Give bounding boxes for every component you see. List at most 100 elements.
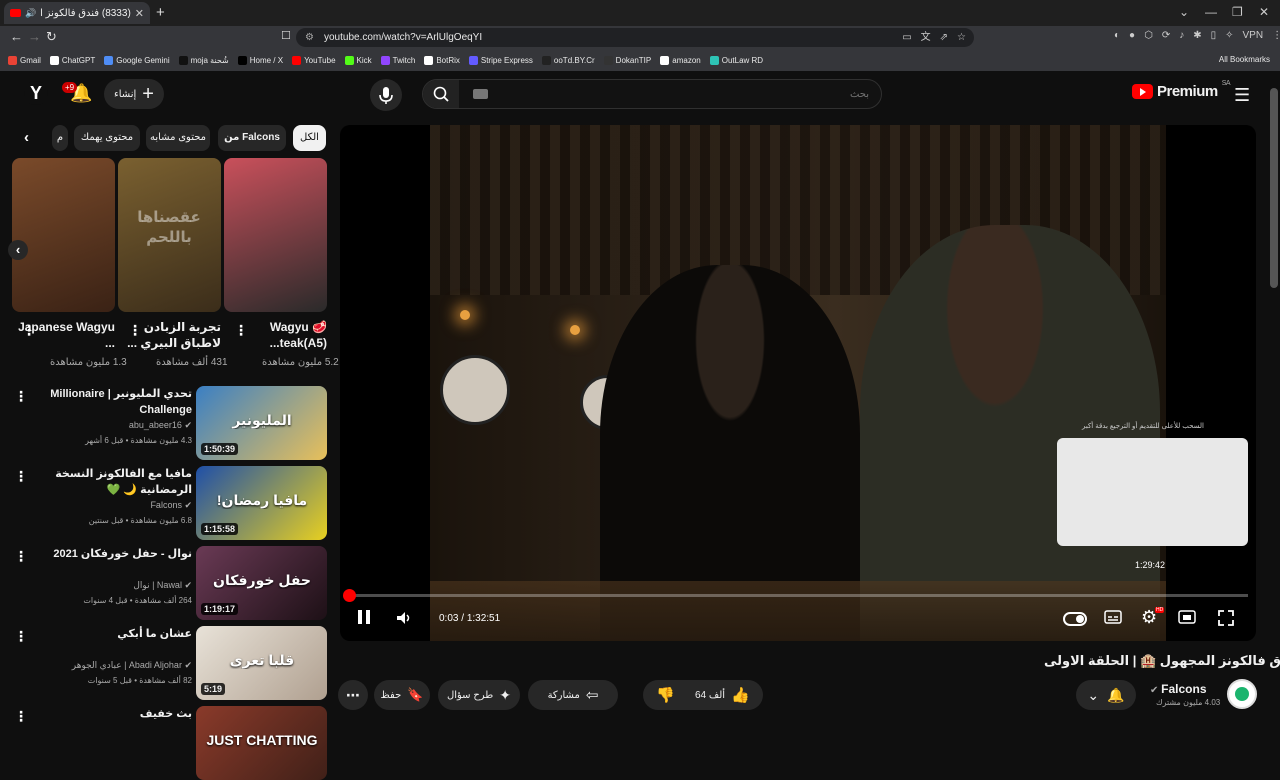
bookmark-item[interactable]: YouTube xyxy=(292,55,336,65)
extension-icon[interactable]: ⬡ xyxy=(1144,30,1153,41)
subscribed-button[interactable]: ⌄ 🔔 xyxy=(1076,680,1136,710)
short-thumbnail[interactable] xyxy=(224,158,327,312)
bookmark-item[interactable]: OutLaw RD xyxy=(709,55,763,65)
bookmark-page-icon[interactable]: ☐ xyxy=(281,29,291,42)
short-thumbnail[interactable] xyxy=(12,158,115,312)
browser-tab[interactable]: 🔊 (8333) فندق فالكونز المجهول | ✕ xyxy=(4,2,150,24)
chip-from-channel[interactable]: من Falcons xyxy=(218,125,286,151)
fullscreen-icon[interactable] xyxy=(1217,609,1235,632)
video-title[interactable]: عشان ما أبكي xyxy=(32,626,192,642)
browser-menu-icon[interactable]: ⋮ xyxy=(1272,30,1280,41)
chip-more[interactable]: م xyxy=(52,125,68,151)
search-button[interactable] xyxy=(423,80,459,108)
video-thumbnail[interactable]: المليونير 1:50:39 xyxy=(196,386,327,460)
voice-search-button[interactable] xyxy=(370,79,402,111)
video-thumbnail[interactable]: مافيا رمضان! 1:15:58 xyxy=(196,466,327,540)
puzzle-icon[interactable]: ✱ xyxy=(1193,30,1201,41)
close-tab-icon[interactable]: ✕ xyxy=(135,7,144,20)
site-info-icon[interactable]: ⚙ xyxy=(305,28,314,47)
scrubber-handle[interactable] xyxy=(343,589,356,602)
favorites-icon[interactable]: ✧ xyxy=(1225,30,1233,41)
short-more-icon[interactable]: ⋮ xyxy=(22,322,36,339)
bookmark-item[interactable]: Home / X xyxy=(237,55,283,65)
video-thumbnail[interactable]: حفل خورفكان 1:19:17 xyxy=(196,546,327,620)
ask-button[interactable]: طرح سؤال ✦ xyxy=(438,680,520,710)
bookmark-item[interactable]: Kick xyxy=(344,55,372,65)
video-more-icon[interactable]: ⋮ xyxy=(14,388,28,405)
dislike-icon[interactable]: 👎 xyxy=(656,686,675,704)
bookmark-item[interactable]: ChatGPT xyxy=(49,55,95,65)
video-channel[interactable]: Falcons ✔ xyxy=(150,500,192,511)
volume-icon[interactable] xyxy=(395,609,413,632)
vpn-badge[interactable]: VPN xyxy=(1243,30,1264,41)
chips-back-icon[interactable]: ‹ xyxy=(24,129,29,146)
video-channel[interactable]: abu_abeer16 ✔ xyxy=(129,420,192,431)
bookmark-item[interactable]: DokanTIP xyxy=(603,55,651,65)
more-actions-icon[interactable]: ⋯ xyxy=(338,680,368,710)
extension-icon[interactable]: ● xyxy=(1129,30,1135,41)
chip-similar[interactable]: محتوى مشابه xyxy=(146,125,210,151)
extension-icon[interactable]: ⟳ xyxy=(1162,30,1170,41)
short-more-icon[interactable]: ⋮ xyxy=(128,322,142,339)
star-icon[interactable]: ☆ xyxy=(957,28,966,47)
channel-name[interactable]: ✔ Falcons xyxy=(1150,682,1207,696)
share-icon[interactable]: ⇗ xyxy=(940,28,948,47)
video-more-icon[interactable]: ⋮ xyxy=(14,468,28,485)
guide-menu-icon[interactable]: ☰ xyxy=(1234,85,1250,106)
account-avatar[interactable]: Y xyxy=(24,81,48,105)
related-video-item[interactable]: قلبا تعرى 5:19 عشان ما أبكي عبادي الجوهر | … xyxy=(0,626,330,700)
short-more-icon[interactable]: ⋮ xyxy=(234,322,248,339)
video-more-icon[interactable]: ⋮ xyxy=(14,548,28,565)
bookmark-item[interactable]: amazon xyxy=(660,55,701,65)
share-button[interactable]: مشاركة ⇦ xyxy=(528,680,618,710)
bookmark-item[interactable]: Twitch xyxy=(380,55,415,65)
video-more-icon[interactable]: ⋮ xyxy=(14,628,28,645)
youtube-premium-logo[interactable]: Premium SA xyxy=(1132,80,1231,100)
shorts-prev-icon[interactable]: ‹ xyxy=(8,240,28,260)
chip-for-you[interactable]: محتوى يهمك xyxy=(74,125,140,151)
back-icon[interactable]: ← xyxy=(10,29,23,44)
autoplay-toggle[interactable] xyxy=(1063,612,1087,626)
video-channel[interactable]: نوال | Nawal ✔ xyxy=(133,580,192,591)
close-window-icon[interactable]: ✕ xyxy=(1259,5,1269,19)
chip-all[interactable]: الكل xyxy=(293,125,326,151)
like-icon[interactable]: 👍 xyxy=(731,686,750,704)
subtitles-icon[interactable] xyxy=(1104,609,1122,630)
audio-icon[interactable]: 🔊 xyxy=(25,8,36,19)
reload-icon[interactable]: ↻ xyxy=(46,29,57,45)
extension-icon[interactable]: ◐ xyxy=(1114,30,1120,41)
bookmark-item[interactable]: Google Gemini xyxy=(104,55,170,65)
video-title[interactable]: تحدي المليونير | Millionaire Challenge xyxy=(32,386,192,418)
all-bookmarks-button[interactable]: All Bookmarks xyxy=(1219,55,1270,64)
page-scrollbar[interactable] xyxy=(1270,88,1278,288)
bookmark-item[interactable]: Gmail xyxy=(8,55,41,65)
video-title[interactable]: نوال - حفل خورفكان 2021 xyxy=(32,546,192,562)
pause-icon[interactable] xyxy=(356,608,372,631)
search-input[interactable] xyxy=(481,80,881,108)
video-channel[interactable]: عبادي الجوهر | Abadi Aljohar ✔ xyxy=(72,660,192,671)
channel-avatar[interactable] xyxy=(1227,679,1257,709)
video-more-icon[interactable]: ⋮ xyxy=(14,708,28,725)
maximize-icon[interactable]: ❐ xyxy=(1232,5,1243,19)
video-player[interactable]: السحب للأعلى للتقديم أو الترجيع بدقة أكب… xyxy=(340,125,1256,641)
related-video-item[interactable]: JUST CHATTING بث خفيف ⋮ xyxy=(0,706,330,780)
translate-icon[interactable]: 文 xyxy=(921,28,931,47)
related-video-item[interactable]: المليونير 1:50:39 تحدي المليونير | Million… xyxy=(0,386,330,460)
forward-icon[interactable]: → xyxy=(28,29,41,44)
miniplayer-icon[interactable] xyxy=(1178,609,1196,630)
bookmark-item[interactable]: moja شُحنة xyxy=(178,55,229,65)
url-bar[interactable]: ⚙ youtube.com/watch?v=ArlUlgOeqYI ▭ 文 ⇗ … xyxy=(296,28,974,47)
progress-bar[interactable] xyxy=(348,594,1248,597)
related-video-item[interactable]: حفل خورفكان 1:19:17 نوال - حفل خورفكان 202… xyxy=(0,546,330,620)
bookmark-item[interactable]: BotRix xyxy=(424,55,460,65)
video-thumbnail[interactable]: JUST CHATTING xyxy=(196,706,327,780)
new-tab-icon[interactable]: + xyxy=(156,4,165,21)
save-button[interactable]: حفظ 🔖 xyxy=(374,680,430,710)
media-icon[interactable]: ♪ xyxy=(1179,30,1184,41)
bookmark-item[interactable]: ooTd.BY.Cr xyxy=(541,55,595,65)
video-thumbnail[interactable]: قلبا تعرى 5:19 xyxy=(196,626,327,700)
minimize-icon[interactable]: — xyxy=(1205,5,1217,19)
related-video-item[interactable]: مافيا رمضان! 1:15:58 مافيا مع الفالكونز ال… xyxy=(0,466,330,540)
short-thumbnail[interactable]: عقصناها باللحم xyxy=(118,158,221,312)
cast-icon[interactable]: ▭ xyxy=(902,28,911,47)
